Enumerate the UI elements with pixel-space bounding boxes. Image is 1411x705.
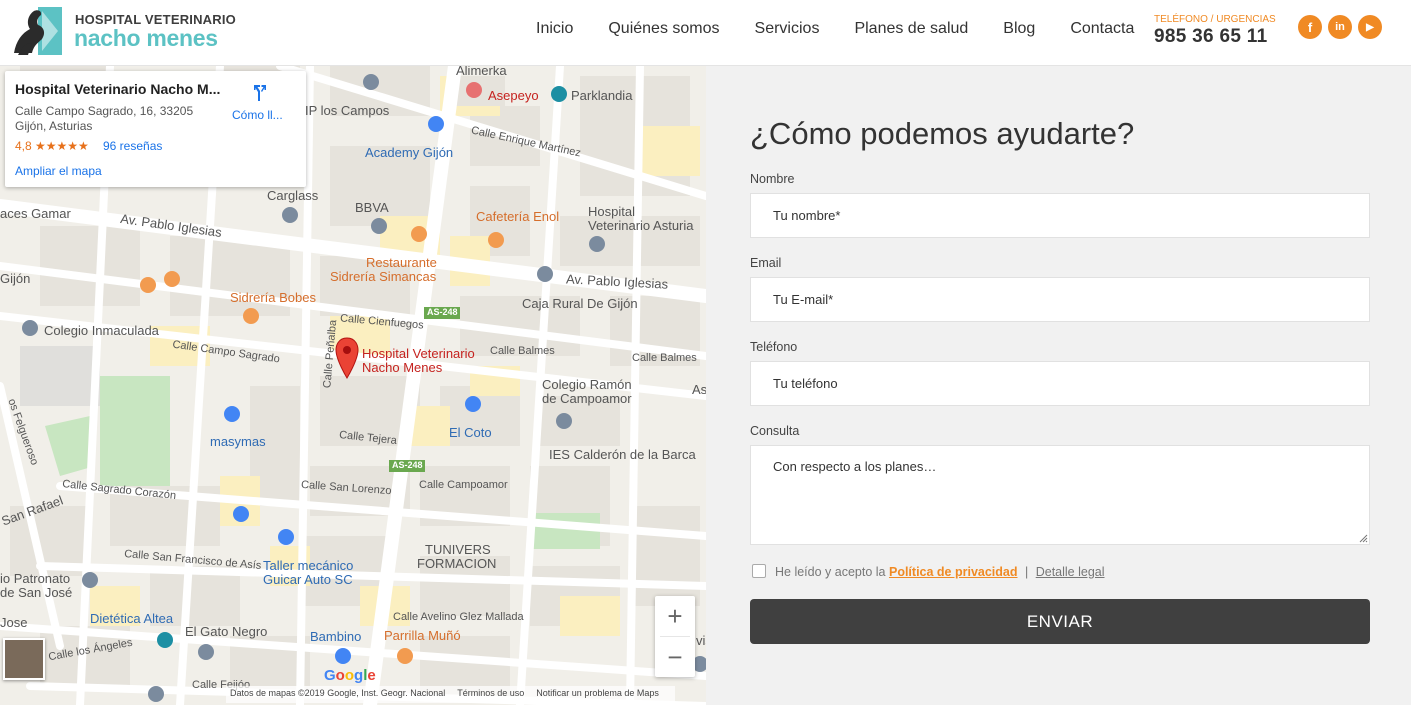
map-label[interactable]: Gijón bbox=[0, 271, 30, 286]
map-label[interactable]: Alimerka bbox=[456, 66, 507, 78]
place-name: Hospital Veterinario Nacho M... bbox=[15, 81, 221, 97]
map-label[interactable]: io Patronato bbox=[0, 571, 70, 586]
privacy-policy-link[interactable]: Política de privacidad bbox=[889, 565, 1018, 579]
facebook-icon[interactable]: f bbox=[1298, 15, 1322, 39]
map-label: Calle Balmes bbox=[632, 352, 697, 364]
nav-inicio[interactable]: Inicio bbox=[536, 20, 573, 38]
contact-form-panel: ¿Cómo podemos ayudarte? Nombre Tu nombre… bbox=[706, 66, 1411, 705]
nav-contacta[interactable]: Contacta bbox=[1070, 20, 1134, 38]
email-label: Email bbox=[750, 256, 782, 270]
map-label[interactable]: Cafetería Enol bbox=[476, 209, 559, 224]
map-label[interactable]: Parrilla Muñó bbox=[384, 628, 461, 643]
consent-text: He leído y acepto la Política de privaci… bbox=[775, 565, 1105, 579]
map-label[interactable]: Academy Gijón bbox=[365, 145, 453, 160]
map-label[interactable]: TUNIVERS bbox=[425, 542, 491, 557]
map-label[interactable]: As bbox=[692, 382, 706, 397]
phone-field-label: Teléfono bbox=[750, 340, 798, 354]
zoom-in-button[interactable]: + bbox=[655, 596, 695, 636]
legal-notice-link[interactable]: Detalle legal bbox=[1036, 565, 1105, 579]
terms-link[interactable]: Términos de uso bbox=[457, 688, 524, 701]
phone-field[interactable]: Tu teléfono bbox=[750, 361, 1370, 406]
name-label: Nombre bbox=[750, 172, 795, 186]
consent-prefix: He leído y acepto la bbox=[775, 565, 886, 579]
phone-number[interactable]: 985 36 65 11 bbox=[1154, 26, 1268, 48]
map-label: Calle Avelino Glez Mallada bbox=[393, 611, 524, 623]
enlarge-map-link[interactable]: Ampliar el mapa bbox=[15, 164, 102, 178]
reviews-link[interactable]: 96 reseñas bbox=[103, 139, 162, 153]
map-label[interactable]: Parklandia bbox=[571, 88, 632, 103]
map-label[interactable]: Jose bbox=[0, 615, 27, 630]
form-title: ¿Cómo podemos ayudarte? bbox=[750, 116, 1135, 151]
map-label[interactable]: IP los Campos bbox=[305, 103, 389, 118]
phone-label: TELÉFONO / URGENCIAS bbox=[1154, 14, 1276, 25]
nav-servicios[interactable]: Servicios bbox=[755, 20, 820, 38]
map-label[interactable]: Hospital bbox=[588, 204, 635, 219]
satellite-toggle[interactable] bbox=[3, 638, 45, 680]
name-field[interactable]: Tu nombre* bbox=[750, 193, 1370, 238]
nav-planes-de-salud[interactable]: Planes de salud bbox=[854, 20, 968, 38]
map-label[interactable]: de Campoamor bbox=[542, 391, 632, 406]
map-label[interactable]: El Coto bbox=[449, 425, 492, 440]
road-shield: AS-248 bbox=[427, 307, 458, 317]
rating-stars: 4,8 ★★★★★ bbox=[15, 139, 89, 153]
map-label[interactable]: aces Gamar bbox=[0, 206, 71, 221]
address-line2: Gijón, Asturias bbox=[15, 119, 93, 133]
consent-separator: | bbox=[1024, 565, 1029, 579]
email-field[interactable]: Tu E-mail* bbox=[750, 277, 1370, 322]
map-label[interactable]: Asepeyo bbox=[488, 88, 539, 103]
map-label[interactable]: Sidrería Bobes bbox=[230, 290, 316, 305]
map-label[interactable]: Veterinario Asturia bbox=[588, 218, 694, 233]
map-label[interactable]: Caja Rural De Gijón bbox=[522, 296, 638, 311]
youtube-icon[interactable]: ▶ bbox=[1358, 15, 1382, 39]
main-nav: Inicio Quiénes somos Servicios Planes de… bbox=[536, 20, 1169, 38]
map-label[interactable]: Sidrería Simancas bbox=[330, 269, 436, 284]
nav-quienes-somos[interactable]: Quiénes somos bbox=[608, 20, 719, 38]
map-label[interactable]: Guicar Auto SC bbox=[263, 572, 353, 587]
map-label[interactable]: Bambino bbox=[310, 629, 361, 644]
marker-label[interactable]: Nacho Menes bbox=[362, 360, 442, 375]
map-label[interactable]: BBVA bbox=[355, 200, 389, 215]
resize-grip-icon[interactable] bbox=[1358, 533, 1368, 543]
report-problem-link[interactable]: Notificar un problema de Maps bbox=[536, 688, 659, 701]
map-label: Calle Campoamor bbox=[419, 479, 508, 491]
google-logo: Google bbox=[324, 667, 376, 684]
zoom-control: + − bbox=[655, 596, 695, 677]
query-textarea[interactable]: Con respecto a los planes… bbox=[750, 445, 1370, 545]
map-label[interactable]: de San José bbox=[0, 585, 72, 600]
map-label[interactable]: Carglass bbox=[267, 188, 318, 203]
place-address: Calle Campo Sagrado, 16, 33205 Gijón, As… bbox=[15, 104, 215, 134]
road-shield: AS-248 bbox=[392, 460, 423, 470]
site-header: HOSPITAL VETERINARIO nacho menes Inicio … bbox=[0, 0, 1411, 66]
submit-button[interactable]: ENVIAR bbox=[750, 599, 1370, 644]
query-label: Consulta bbox=[750, 424, 800, 438]
map-attribution: Datos de mapas ©2019 Google, Inst. Geogr… bbox=[226, 686, 675, 703]
directions-link[interactable]: Cómo ll... bbox=[232, 108, 283, 122]
address-line1: Calle Campo Sagrado, 16, 33205 bbox=[15, 104, 194, 118]
marker-label[interactable]: Hospital Veterinario bbox=[362, 346, 475, 361]
attribution-data: Datos de mapas ©2019 Google, Inst. Geogr… bbox=[230, 688, 446, 698]
map-label: Calle Balmes bbox=[490, 345, 555, 357]
map-label[interactable]: IES Calderón de la Barca bbox=[549, 447, 696, 462]
linkedin-icon[interactable]: in bbox=[1328, 15, 1352, 39]
map-label[interactable]: Taller mecánico bbox=[263, 558, 353, 573]
directions-icon[interactable] bbox=[250, 83, 270, 103]
map-label[interactable]: masymas bbox=[210, 434, 266, 449]
query-placeholder: Con respecto a los planes… bbox=[773, 459, 937, 474]
logo-icon[interactable] bbox=[8, 3, 64, 59]
place-info-card: Hospital Veterinario Nacho M... Calle Ca… bbox=[5, 71, 306, 187]
logo-line2: nacho menes bbox=[74, 25, 218, 51]
map-label[interactable]: FORMACION bbox=[417, 556, 496, 571]
nav-blog[interactable]: Blog bbox=[1003, 20, 1035, 38]
privacy-checkbox[interactable] bbox=[752, 564, 766, 578]
map-label[interactable]: Colegio Ramón bbox=[542, 377, 632, 392]
map-label[interactable]: vis bbox=[696, 633, 706, 648]
zoom-out-button[interactable]: − bbox=[655, 637, 695, 677]
map-label[interactable]: El Gato Negro bbox=[185, 624, 267, 639]
map-label[interactable]: Colegio Inmaculada bbox=[44, 323, 159, 338]
map-label[interactable]: Dietética Altea bbox=[90, 611, 173, 626]
map-label[interactable]: Restaurante bbox=[366, 255, 437, 270]
